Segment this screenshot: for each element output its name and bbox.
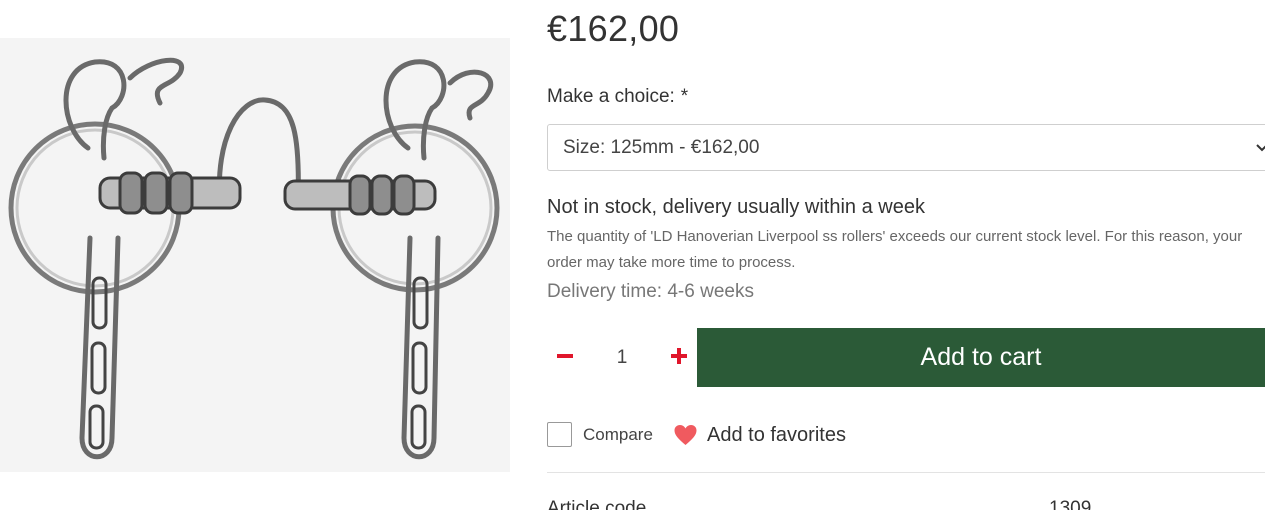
chevron-down-icon <box>1256 144 1265 152</box>
size-select[interactable]: Size: 125mm - €162,00 <box>547 124 1265 171</box>
quantity-input[interactable]: 1 <box>596 343 648 373</box>
compare-checkbox[interactable] <box>547 422 572 447</box>
plus-icon <box>671 348 687 364</box>
add-to-cart-button[interactable]: Add to cart <box>697 328 1265 387</box>
quantity-increase-button[interactable] <box>661 338 697 374</box>
bit-illustration <box>8 57 500 460</box>
delivery-time: Delivery time: 4-6 weeks <box>547 281 754 302</box>
choice-label-text: Make a choice: <box>547 86 675 107</box>
choice-label: Make a choice: * <box>547 86 688 108</box>
product-image[interactable] <box>0 38 510 472</box>
stock-status-note: The quantity of 'LD Hanoverian Liverpool… <box>547 228 1243 271</box>
heart-icon[interactable] <box>673 424 698 446</box>
stock-status-title: Not in stock, delivery usually within a … <box>547 196 925 218</box>
minus-icon <box>557 354 573 358</box>
product-price: €162,00 <box>547 8 680 49</box>
size-select-value: Size: 125mm - €162,00 <box>563 136 760 158</box>
compare-label[interactable]: Compare <box>583 425 653 445</box>
article-code-value: 1309 <box>1049 498 1092 510</box>
quantity-decrease-button[interactable] <box>547 338 583 374</box>
article-code-label: Article code <box>547 498 647 510</box>
section-divider <box>547 472 1265 473</box>
required-marker: * <box>680 86 689 107</box>
add-to-favorites-link[interactable]: Add to favorites <box>707 424 846 447</box>
